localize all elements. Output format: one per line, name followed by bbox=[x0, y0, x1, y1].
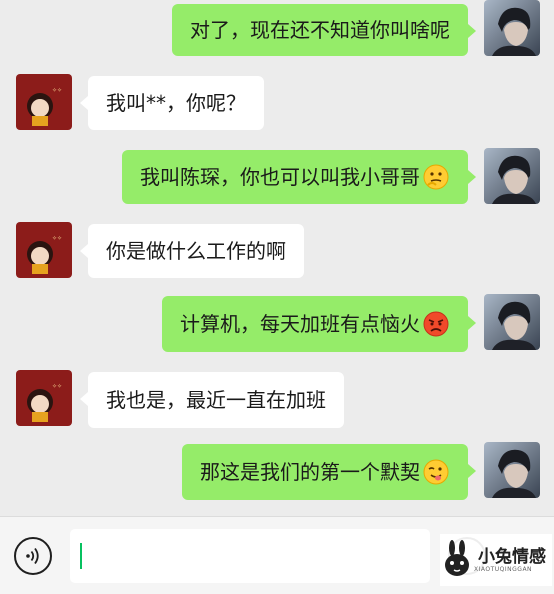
message-row: 对了，现在还不知道你叫啥呢 bbox=[0, 0, 554, 60]
chat-message-list: 对了，现在还不知道你叫啥呢 ✧✧ 我叫**，你呢？ 我叫陈琛，你也可以叫我小哥哥… bbox=[0, 0, 554, 520]
watermark-text-group: 小兔情感 XIAOTUQINGGAN bbox=[474, 548, 546, 573]
message-text: 对了，现在还不知道你叫啥呢 bbox=[190, 18, 450, 42]
message-bubble[interactable]: 计算机，每天加班有点恼火 bbox=[162, 296, 476, 352]
message-text: 你是做什么工作的啊 bbox=[106, 239, 286, 263]
boy-portrait-icon bbox=[484, 148, 540, 204]
message-row: 计算机，每天加班有点恼火 bbox=[0, 294, 554, 354]
message-text: 我也是，最近一直在加班 bbox=[106, 388, 326, 412]
message-row: ✧✧ 你是做什么工作的啊 bbox=[0, 220, 554, 280]
voice-input-button[interactable] bbox=[14, 537, 52, 575]
boy-portrait-icon bbox=[484, 294, 540, 350]
message-row: ✧✧ 我叫**，你呢？ bbox=[0, 72, 554, 132]
message-text: 那这是我们的第一个默契 bbox=[200, 460, 420, 484]
voice-wave-icon bbox=[26, 547, 39, 565]
message-bubble[interactable]: 我也是，最近一直在加班 bbox=[80, 372, 344, 428]
message-bubble[interactable]: 我叫**，你呢？ bbox=[80, 76, 264, 130]
avatar[interactable] bbox=[484, 0, 540, 56]
angry-face-icon bbox=[423, 311, 449, 337]
message-bubble[interactable]: 那这是我们的第一个默契 bbox=[182, 444, 476, 500]
watermark: 小兔情感 XIAOTUQINGGAN bbox=[440, 534, 552, 586]
avatar[interactable]: ✧✧ bbox=[16, 74, 72, 130]
avatar[interactable] bbox=[484, 294, 540, 350]
avatar[interactable] bbox=[484, 442, 540, 498]
svg-text:✧✧: ✧✧ bbox=[52, 235, 62, 242]
winking-tongue-face-icon bbox=[423, 459, 449, 485]
message-bubble[interactable]: 对了，现在还不知道你叫啥呢 bbox=[172, 4, 476, 56]
message-text: 我叫**，你呢？ bbox=[106, 91, 246, 115]
cartoon-girl-icon: ✧✧ bbox=[16, 370, 72, 426]
message-text: 我叫陈琛，你也可以叫我小哥哥 bbox=[140, 165, 420, 189]
avatar[interactable]: ✧✧ bbox=[16, 222, 72, 278]
boy-portrait-icon bbox=[484, 0, 540, 56]
thinking-face-icon bbox=[423, 164, 449, 190]
message-row: 我叫陈琛，你也可以叫我小哥哥 bbox=[0, 148, 554, 208]
message-input[interactable] bbox=[70, 529, 430, 583]
message-row: ✧✧ 我也是，最近一直在加班 bbox=[0, 368, 554, 428]
message-row: 那这是我们的第一个默契 bbox=[0, 442, 554, 502]
watermark-title: 小兔情感 bbox=[478, 546, 546, 567]
message-bubble[interactable]: 你是做什么工作的啊 bbox=[80, 224, 304, 278]
cartoon-girl-icon: ✧✧ bbox=[16, 74, 72, 130]
avatar[interactable] bbox=[484, 148, 540, 204]
rabbit-logo-icon bbox=[445, 540, 469, 576]
svg-text:✧✧: ✧✧ bbox=[52, 383, 62, 390]
svg-text:✧✧: ✧✧ bbox=[52, 87, 62, 94]
boy-portrait-icon bbox=[484, 442, 540, 498]
text-caret bbox=[80, 543, 82, 569]
watermark-subtitle: XIAOTUQINGGAN bbox=[474, 565, 533, 573]
message-text: 计算机，每天加班有点恼火 bbox=[180, 312, 420, 336]
message-bubble[interactable]: 我叫陈琛，你也可以叫我小哥哥 bbox=[122, 150, 476, 204]
avatar[interactable]: ✧✧ bbox=[16, 370, 72, 426]
cartoon-girl-icon: ✧✧ bbox=[16, 222, 72, 278]
